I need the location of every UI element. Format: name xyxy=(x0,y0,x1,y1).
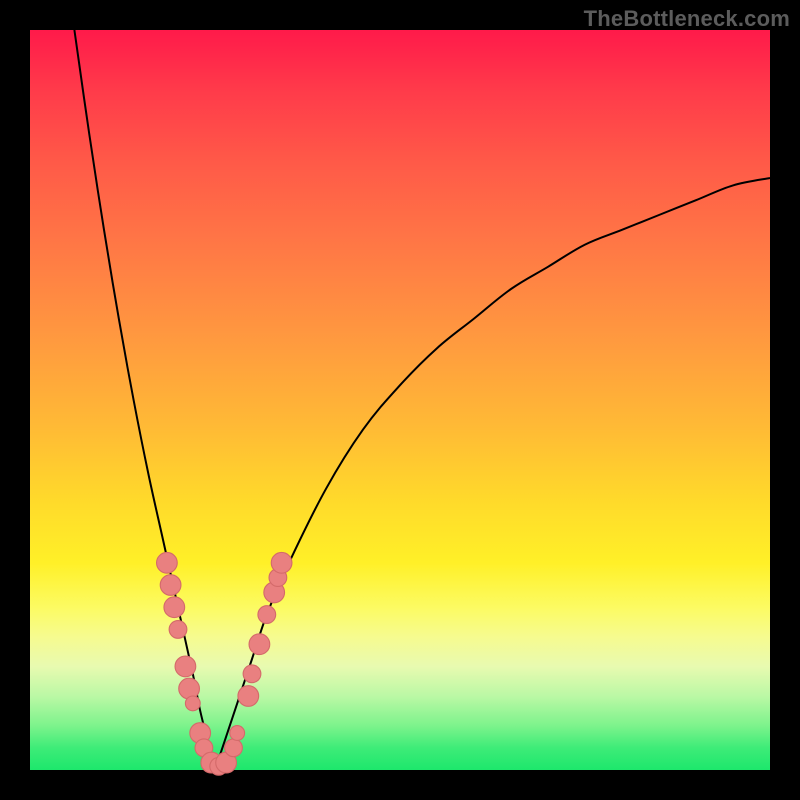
data-marker xyxy=(185,696,200,711)
watermark-text: TheBottleneck.com xyxy=(584,6,790,32)
data-marker xyxy=(164,597,185,618)
chart-frame: TheBottleneck.com xyxy=(0,0,800,800)
data-marker xyxy=(160,575,181,596)
data-marker xyxy=(225,739,243,757)
data-marker xyxy=(157,552,178,573)
data-marker xyxy=(175,656,196,677)
curve-bottleneck_curve_right xyxy=(215,178,770,770)
data-marker xyxy=(258,606,276,624)
data-marker xyxy=(238,686,259,707)
chart-svg xyxy=(30,30,770,770)
data-marker xyxy=(230,726,245,741)
data-marker xyxy=(243,665,261,683)
data-marker xyxy=(271,552,292,573)
data-marker xyxy=(169,621,187,639)
data-marker xyxy=(179,678,200,699)
plot-area xyxy=(30,30,770,770)
data-marker xyxy=(249,634,270,655)
curve-bottleneck_curve_left xyxy=(74,30,215,770)
